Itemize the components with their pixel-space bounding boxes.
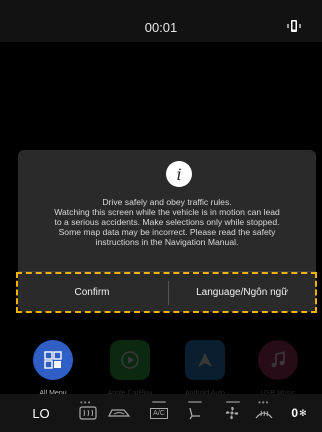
home-app-row: All Menu Apple CarPlay Android Auto USB … [0, 340, 322, 397]
status-bar: 00:01 [0, 0, 322, 42]
left-temp-label: LO [32, 405, 50, 421]
app-usb-music[interactable]: USB Music [248, 340, 308, 397]
app-all-menu[interactable]: All Menu [23, 340, 83, 397]
android-auto-icon [185, 340, 225, 380]
clock: 00:01 [144, 20, 178, 35]
app-android-auto[interactable]: Android Auto [175, 340, 235, 397]
ac-label: A/C [150, 407, 168, 419]
left-temp[interactable]: LO [26, 394, 56, 432]
message-line: Watching this screen while the vehicle i… [54, 207, 280, 217]
recirculation-icon[interactable] [104, 394, 134, 432]
fan-icon[interactable] [220, 394, 244, 432]
language-button[interactable]: Language/Ngôn ngữ [169, 274, 315, 311]
message-line: Some map data may be incorrect. Please r… [58, 227, 276, 237]
info-icon: i [166, 161, 192, 187]
app-apple-carplay[interactable]: Apple CarPlay [100, 340, 160, 397]
phone-vibrate-icon[interactable] [283, 16, 305, 38]
rear-defrost-icon[interactable] [76, 394, 100, 432]
message-line: to a serious accidents. Make selections … [54, 217, 280, 227]
grid-icon [33, 340, 73, 380]
music-note-icon [258, 340, 298, 380]
dialog-button-row: Confirm Language/Ngôn ngữ [16, 272, 317, 313]
play-icon [110, 340, 150, 380]
climate-bar: LO ••• A/C ••• 0 ✻ [0, 394, 322, 432]
snowflake-icon: ✻ [299, 407, 307, 418]
front-defrost-icon[interactable] [252, 394, 276, 432]
safety-message: Drive safely and obey traffic rules. Wat… [24, 197, 310, 247]
message-line: instructions in the Navigation Manual. [95, 237, 239, 247]
ac-button[interactable]: A/C [146, 394, 172, 432]
right-temp[interactable]: 0 ✻ [284, 394, 314, 432]
message-line: Drive safely and obey traffic rules. [102, 197, 232, 207]
seat-heat-icon[interactable] [182, 394, 206, 432]
confirm-button[interactable]: Confirm [18, 274, 166, 311]
right-temp-label: 0 [291, 406, 299, 420]
